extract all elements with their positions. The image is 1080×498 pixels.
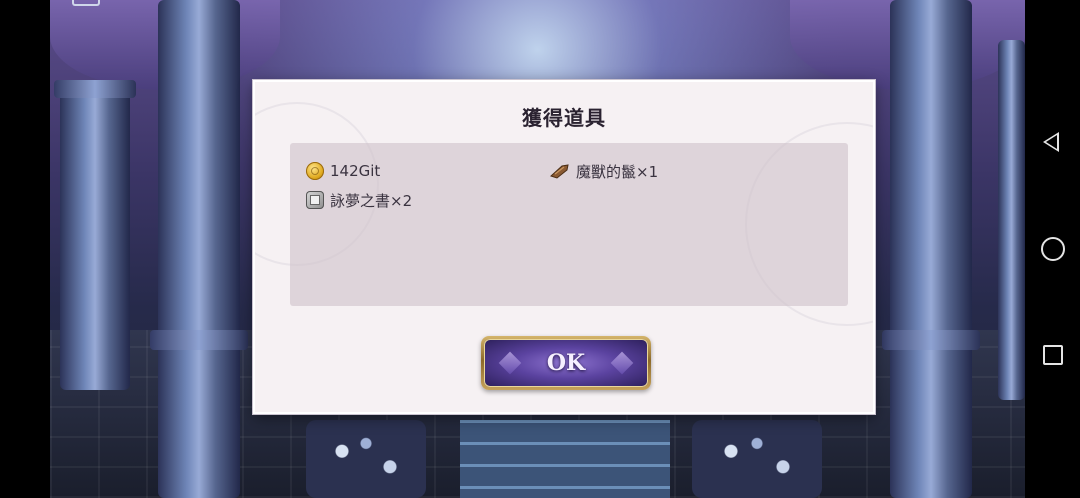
items-panel: 142Git 魔獸的鬣×1 詠夢之書×2 bbox=[290, 143, 848, 306]
list-item: 魔獸的鬣×1 bbox=[550, 160, 658, 182]
ok-button[interactable]: OK bbox=[481, 336, 651, 390]
pillar-cap bbox=[882, 330, 980, 350]
list-item: 142Git bbox=[306, 160, 380, 182]
dialog-title: 獲得道具 bbox=[522, 106, 606, 130]
recents-icon[interactable] bbox=[1043, 345, 1063, 365]
coin-icon bbox=[306, 162, 324, 180]
diamond-ornament-icon bbox=[498, 351, 522, 375]
pillar bbox=[890, 0, 972, 498]
pillar bbox=[998, 40, 1025, 400]
pillar-cap bbox=[54, 80, 136, 98]
pillar bbox=[60, 90, 130, 390]
item-label: 142Git bbox=[330, 162, 381, 180]
game-screen: 獲得道具 142Git 魔獸的鬣×1 詠夢之書×2 OK bbox=[0, 0, 1080, 498]
book-icon bbox=[306, 191, 324, 209]
hair-icon bbox=[550, 163, 570, 179]
flower-vase bbox=[692, 420, 822, 498]
left-black-bar bbox=[0, 0, 50, 498]
ok-button-face: OK bbox=[484, 339, 648, 387]
status-bar-icon bbox=[72, 0, 100, 6]
pillar bbox=[158, 0, 240, 498]
item-label: 魔獸的鬣×1 bbox=[576, 162, 659, 181]
flower-vase bbox=[306, 420, 426, 498]
item-acquired-dialog: 獲得道具 142Git 魔獸的鬣×1 詠夢之書×2 OK bbox=[253, 80, 875, 414]
item-label: 詠夢之書×2 bbox=[330, 191, 413, 210]
stairs bbox=[460, 420, 670, 498]
back-icon[interactable] bbox=[1043, 132, 1059, 152]
pillar-cap bbox=[150, 330, 248, 350]
home-icon[interactable] bbox=[1041, 237, 1065, 261]
list-item: 詠夢之書×2 bbox=[306, 189, 412, 211]
diamond-ornament-icon bbox=[610, 351, 634, 375]
ok-button-label: OK bbox=[546, 350, 586, 376]
